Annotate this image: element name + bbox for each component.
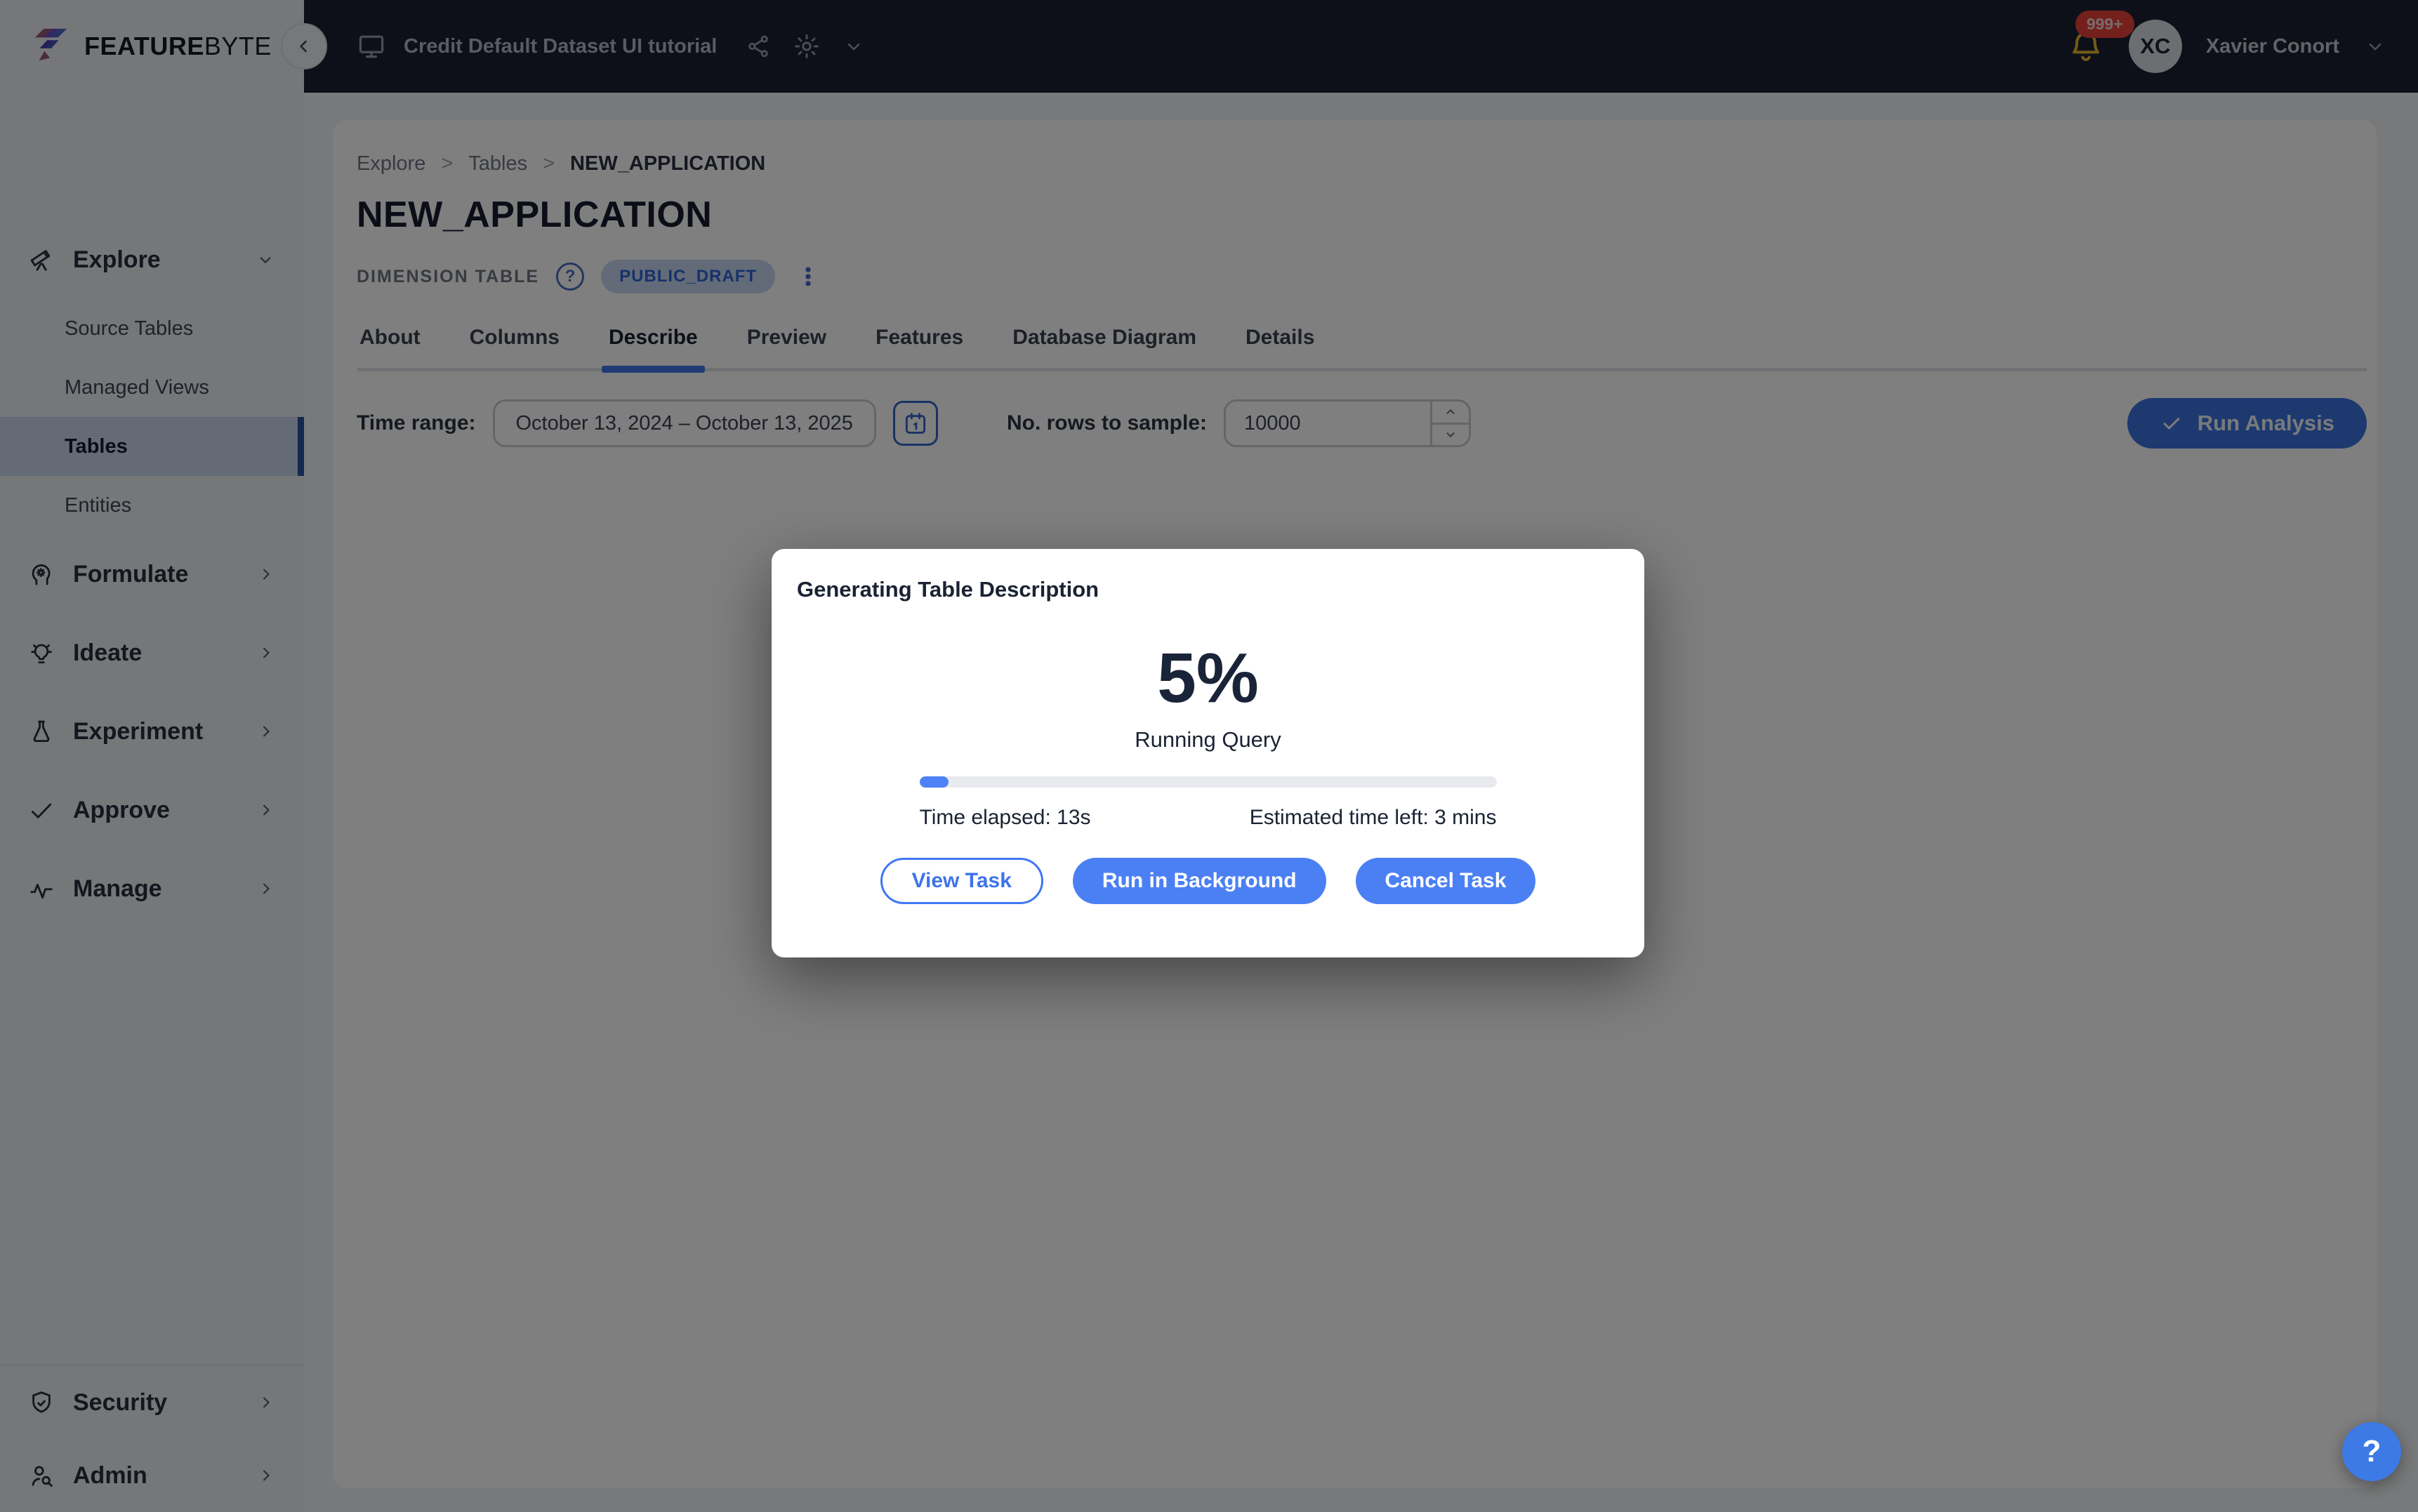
time-left: Estimated time left: 3 mins [1249, 806, 1497, 829]
progress-times: Time elapsed: 13s Estimated time left: 3… [920, 806, 1497, 830]
progress-modal: Generating Table Description 5% Running … [772, 549, 1644, 957]
time-elapsed: Time elapsed: 13s [919, 806, 1091, 829]
progress-status: Running Query [1135, 727, 1281, 752]
run-in-background-button[interactable]: Run in Background [1072, 858, 1326, 904]
app-root: FEATUREBYTE Explore Source Tables Manage… [0, 0, 2418, 1512]
progress-bar-fill [919, 776, 949, 788]
progress-percent: 5% [1157, 639, 1259, 717]
modal-buttons: View Task Run in Background Cancel Task [880, 858, 1536, 904]
modal-title: Generating Table Description [797, 577, 1099, 602]
help-button[interactable]: ? [2342, 1422, 2401, 1481]
progress-bar [919, 776, 1497, 788]
cancel-task-button[interactable]: Cancel Task [1355, 858, 1536, 904]
view-task-button[interactable]: View Task [880, 858, 1043, 904]
